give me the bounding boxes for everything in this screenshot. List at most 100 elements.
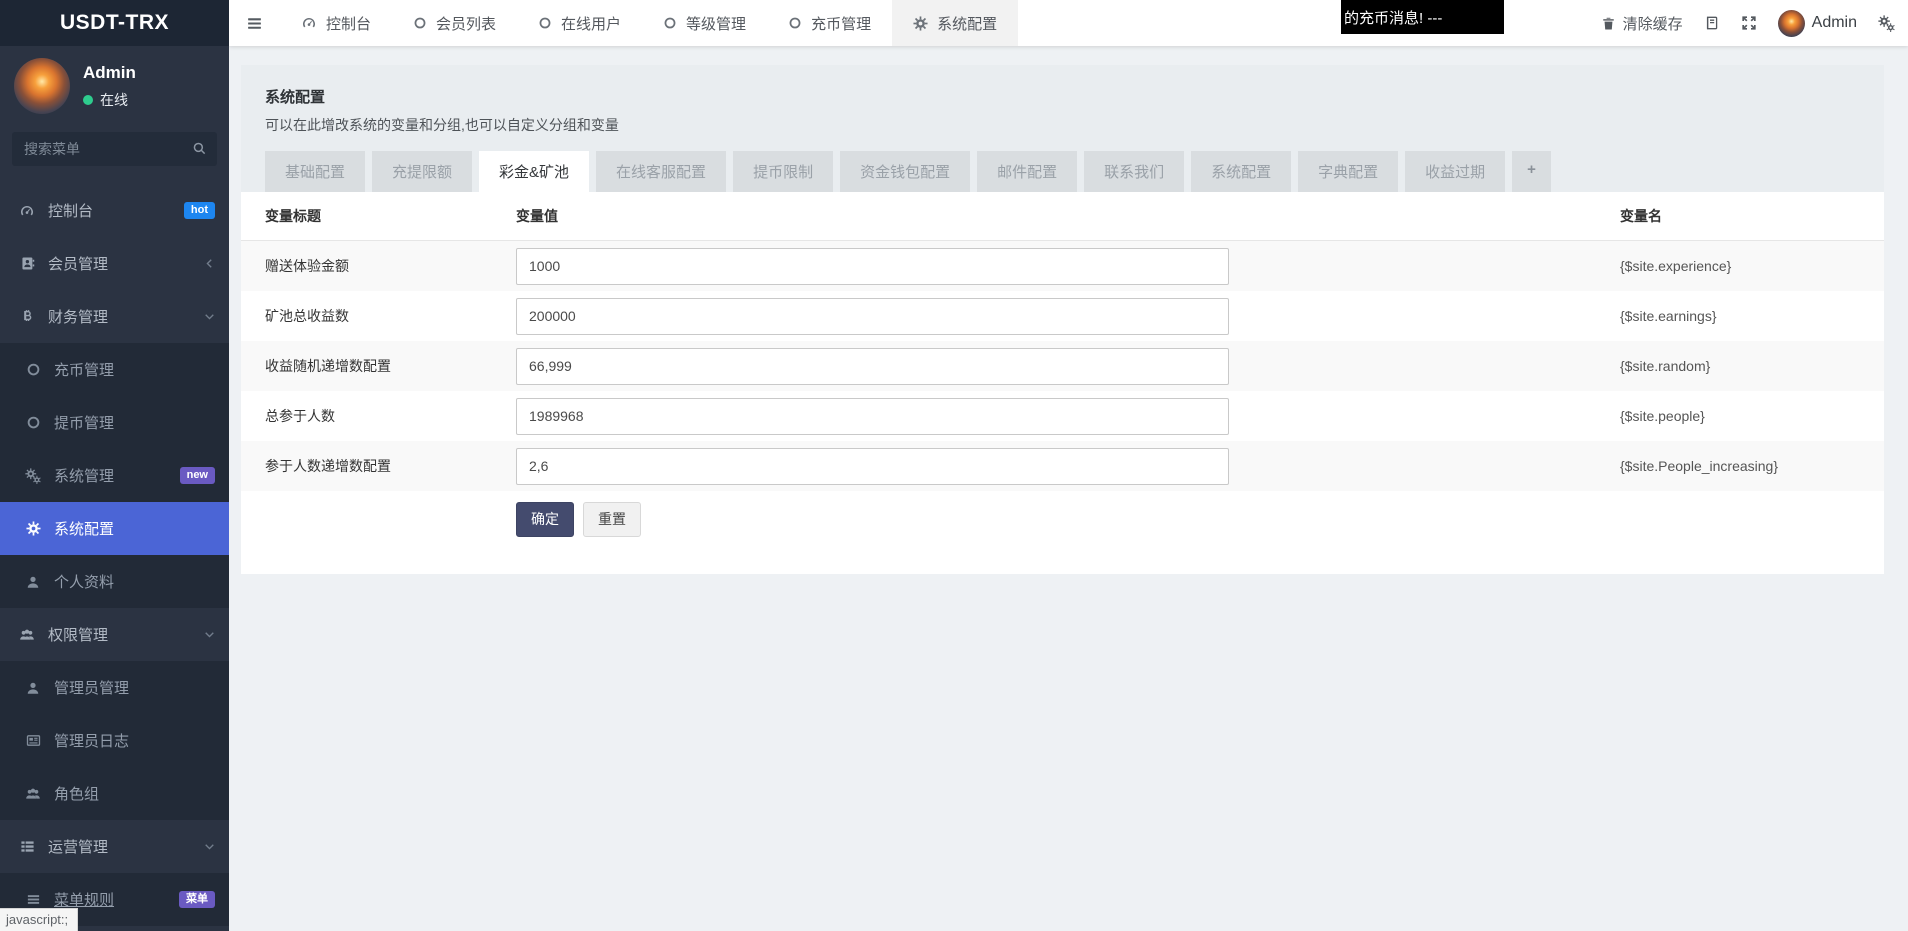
var-title: 赠送体验金额 — [241, 256, 516, 276]
clear-cache-button[interactable]: 清除缓存 — [1601, 13, 1683, 34]
users-icon — [17, 627, 37, 643]
sidebar-item-label: 充币管理 — [54, 359, 114, 380]
tab-basic-config[interactable]: 基础配置 — [265, 151, 365, 192]
var-name: {$site.experience} — [1620, 258, 1731, 274]
topbar-tab-level-manage[interactable]: 等级管理 — [642, 0, 767, 46]
circle-icon — [788, 16, 802, 30]
circle-icon — [23, 415, 43, 430]
app-logo[interactable]: USDT-TRX — [0, 0, 229, 46]
topbar-tab-system-config[interactable]: 系统配置 — [892, 0, 1018, 46]
new-badge: new — [180, 467, 215, 484]
sidebar-item-system-config[interactable]: 系统配置 — [0, 502, 229, 555]
hot-badge: hot — [184, 202, 215, 219]
var-name: {$site.random} — [1620, 358, 1710, 374]
var-title: 矿池总收益数 — [241, 306, 516, 326]
config-value-input[interactable] — [516, 398, 1229, 435]
add-tab-button[interactable]: + — [1512, 151, 1551, 192]
sidebar-item-profile[interactable]: 个人资料 — [0, 555, 229, 608]
sidebar-item-label: 角色组 — [54, 783, 99, 804]
sidebar-item-label: 会员管理 — [48, 253, 108, 274]
avatar[interactable] — [14, 58, 70, 114]
tab-wallet-config[interactable]: 资金钱包配置 — [840, 151, 970, 192]
topbar-tab-dashboard[interactable]: 控制台 — [280, 0, 392, 46]
topbar-tab-label: 充币管理 — [811, 13, 871, 34]
column-header: 变量名 — [1620, 206, 1662, 226]
tab-online-service[interactable]: 在线客服配置 — [596, 151, 726, 192]
main-content: 系统配置 可以在此增改系统的变量和分组,也可以自定义分组和变量 基础配置 充提限… — [229, 46, 1908, 931]
tab-withdraw-limit[interactable]: 提币限制 — [733, 151, 833, 192]
submit-button[interactable]: 确定 — [516, 502, 574, 537]
admin-name: Admin — [1812, 14, 1857, 32]
sidebar-item-admin-log[interactable]: 管理员日志 — [0, 714, 229, 767]
chevron-left-icon — [204, 258, 215, 269]
sidebar-item-role-group[interactable]: 角色组 — [0, 767, 229, 820]
search-icon — [192, 141, 207, 156]
tab-system-config[interactable]: 系统配置 — [1191, 151, 1291, 192]
table-row: 收益随机递增数配置 {$site.random} — [241, 341, 1884, 391]
user-status: 在线 — [83, 90, 136, 110]
tab-dictionary-config[interactable]: 字典配置 — [1298, 151, 1398, 192]
book-icon[interactable] — [1704, 15, 1720, 31]
sidebar-item-label: 提币管理 — [54, 412, 114, 433]
sidebar-item-label: 管理员管理 — [54, 677, 129, 698]
var-title: 总参于人数 — [241, 406, 516, 426]
sidebar-item-withdraw[interactable]: 提币管理 — [0, 396, 229, 449]
newspaper-icon — [23, 733, 43, 748]
gauge-icon — [17, 203, 37, 219]
menu-toggle-icon[interactable] — [229, 0, 280, 46]
column-header: 变量标题 — [241, 206, 516, 226]
config-value-input[interactable] — [516, 248, 1229, 285]
sidebar-item-dashboard[interactable]: 控制台 hot — [0, 184, 229, 237]
chevron-down-icon — [204, 841, 215, 852]
sidebar-item-label: 个人资料 — [54, 571, 114, 592]
reset-button[interactable]: 重置 — [583, 502, 641, 537]
sidebar-item-members[interactable]: 会员管理 — [0, 237, 229, 290]
sidebar: USDT-TRX Admin 在线 控制台 hot 会员管理 — [0, 0, 229, 931]
circle-icon — [538, 16, 552, 30]
column-header: 变量值 — [516, 206, 1229, 226]
topbar-tab-label: 会员列表 — [436, 13, 496, 34]
topbar-tab-deposit-manage[interactable]: 充币管理 — [767, 0, 892, 46]
tab-contact-us[interactable]: 联系我们 — [1084, 151, 1184, 192]
user-icon — [23, 575, 43, 589]
sidebar-item-admin-manage[interactable]: 管理员管理 — [0, 661, 229, 714]
admin-menu[interactable]: Admin — [1778, 10, 1857, 37]
cogs-icon — [23, 468, 43, 484]
tab-mail-config[interactable]: 邮件配置 — [977, 151, 1077, 192]
tab-earnings-expire[interactable]: 收益过期 — [1405, 151, 1505, 192]
config-card: 系统配置 可以在此增改系统的变量和分组,也可以自定义分组和变量 基础配置 充提限… — [241, 65, 1884, 574]
tab-bonus-mining-pool[interactable]: 彩金&矿池 — [479, 151, 589, 192]
fullscreen-icon[interactable] — [1741, 15, 1757, 31]
var-title: 收益随机递增数配置 — [241, 356, 516, 376]
config-value-input[interactable] — [516, 298, 1229, 335]
search-input[interactable] — [12, 132, 217, 166]
topbar-tab-member-list[interactable]: 会员列表 — [392, 0, 517, 46]
bars-icon — [23, 892, 43, 907]
card-body: 变量标题 变量值 变量名 赠送体验金额 {$site.experience} 矿… — [241, 192, 1884, 574]
var-name: {$site.People_increasing} — [1620, 458, 1778, 474]
chevron-down-icon — [204, 311, 215, 322]
tab-deposit-withdraw-limit[interactable]: 充提限额 — [372, 151, 472, 192]
sidebar-item-finance[interactable]: 财务管理 — [0, 290, 229, 343]
gauge-icon — [301, 15, 317, 31]
menu-badge: 菜单 — [179, 891, 215, 908]
config-value-input[interactable] — [516, 348, 1229, 385]
sidebar-item-deposit[interactable]: 充币管理 — [0, 343, 229, 396]
sidebar-item-label: 控制台 — [48, 200, 93, 221]
topbar-tab-online-users[interactable]: 在线用户 — [517, 0, 642, 46]
config-value-input[interactable] — [516, 448, 1229, 485]
sidebar-item-system[interactable]: 系统管理 new — [0, 449, 229, 502]
topbar-tab-label: 等级管理 — [686, 13, 746, 34]
sidebar-item-operations[interactable]: 运营管理 — [0, 820, 229, 873]
topbar-tab-label: 控制台 — [326, 13, 371, 34]
topbar-actions: 清除缓存 Admin — [1601, 0, 1895, 46]
circle-icon — [663, 16, 677, 30]
table-row: 总参于人数 {$site.people} — [241, 391, 1884, 441]
settings-cogs-icon[interactable] — [1878, 15, 1895, 32]
sidebar-item-permissions[interactable]: 权限管理 — [0, 608, 229, 661]
var-title: 参于人数递增数配置 — [241, 456, 516, 476]
sidebar-search — [12, 132, 217, 166]
sidebar-item-label: 系统管理 — [54, 465, 114, 486]
page-title: 系统配置 — [265, 86, 1860, 107]
th-list-icon — [17, 839, 37, 854]
